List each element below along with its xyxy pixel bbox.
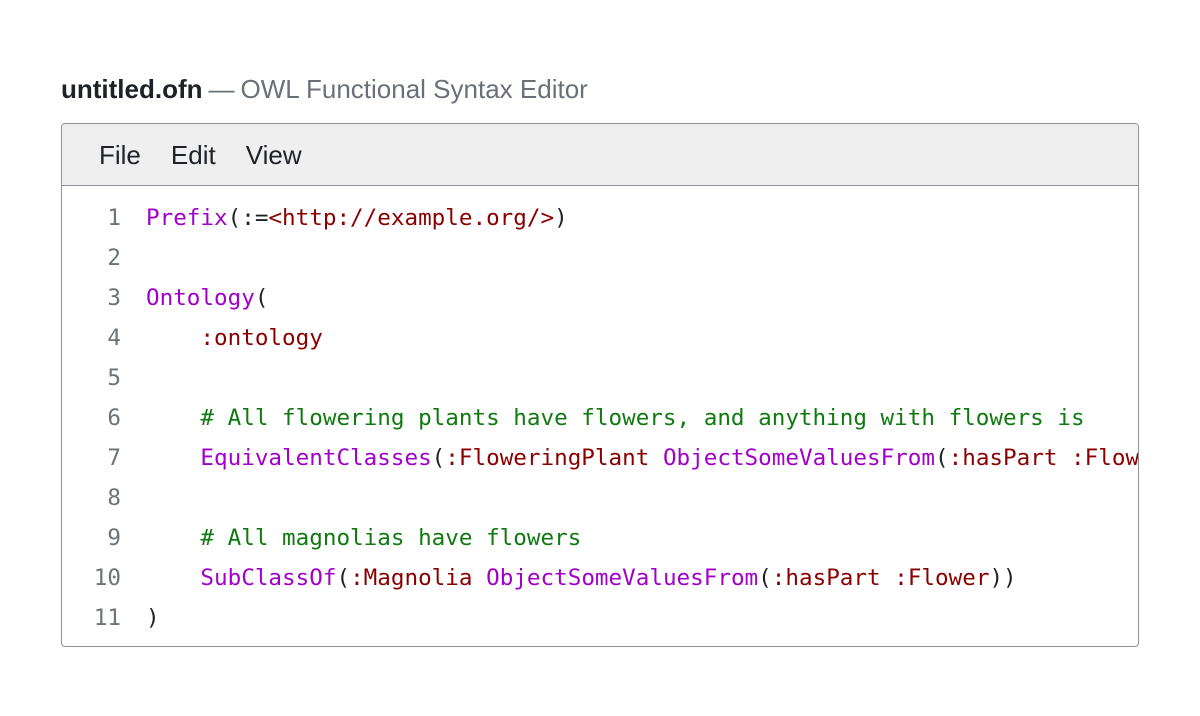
line-code: ): [146, 598, 160, 638]
iri-token: <http://example.org/>: [268, 205, 555, 231]
punctuation-token: (: [758, 565, 772, 591]
punctuation-token: [473, 565, 487, 591]
line-number: 9: [107, 525, 121, 551]
code-line[interactable]: 2: [62, 238, 1138, 278]
iri-token: :Magnolia: [350, 565, 473, 591]
code-line[interactable]: 7 EquivalentClasses(:FloweringPlant Obje…: [62, 438, 1138, 478]
line-number: 4: [107, 325, 121, 351]
line-code: # All flowering plants have flowers, and…: [146, 398, 1085, 438]
line-number: 5: [107, 365, 121, 391]
line-code: SubClassOf(:Magnolia ObjectSomeValuesFro…: [146, 558, 1017, 598]
code-line[interactable]: 8: [62, 478, 1138, 518]
line-number: 8: [107, 485, 121, 511]
punctuation-token: [146, 445, 200, 471]
line-number: 3: [107, 285, 121, 311]
menu-view[interactable]: View: [231, 134, 317, 176]
line-code: # All magnolias have flowers: [146, 518, 581, 558]
punctuation-token: [1057, 445, 1071, 471]
punctuation-token: [146, 405, 200, 431]
menu-edit[interactable]: Edit: [156, 134, 231, 176]
code-editor[interactable]: 1 Prefix(:=<http://example.org/>) 2 3 Ontolo…: [62, 186, 1138, 638]
window-title: untitled.ofn — OWL Functional Syntax Edito…: [61, 72, 588, 106]
code-line[interactable]: 11): [62, 598, 1138, 638]
punctuation-token: ): [554, 205, 568, 231]
punctuation-token: )): [989, 565, 1017, 591]
code-line[interactable]: 9 # All magnolias have flowers: [62, 518, 1138, 558]
menu-file[interactable]: File: [84, 134, 156, 176]
keyword-token: SubClassOf: [200, 565, 337, 591]
punctuation-token: (: [935, 445, 949, 471]
keyword-token: ObjectSomeValuesFrom: [662, 445, 935, 471]
punctuation-token: [146, 325, 200, 351]
line-number: 6: [107, 405, 121, 431]
iri-token: :Flower: [1071, 445, 1139, 471]
iri-token: :hasPart: [771, 565, 881, 591]
line-number: 1: [107, 205, 121, 231]
line-number: 11: [93, 605, 121, 631]
line-number: 7: [107, 445, 121, 471]
comment-token: # All flowering plants have flowers, and…: [200, 405, 1085, 431]
punctuation-token: [649, 445, 663, 471]
app-name: OWL Functional Syntax Editor: [240, 74, 588, 104]
page: untitled.ofn — OWL Functional Syntax Edito…: [0, 0, 1200, 716]
code-line[interactable]: 10 SubClassOf(:Magnolia ObjectSomeValues…: [62, 558, 1138, 598]
iri-token: :Flower: [894, 565, 990, 591]
code-line[interactable]: 3 Ontology(: [62, 278, 1138, 318]
line-code: Ontology(: [146, 278, 268, 318]
menu-bar: File Edit View: [62, 124, 1138, 186]
code-line[interactable]: 5: [62, 358, 1138, 398]
keyword-token: ObjectSomeValuesFrom: [486, 565, 759, 591]
punctuation-token: [146, 525, 200, 551]
line-code: :ontology: [146, 318, 323, 358]
iri-token: :FloweringPlant: [445, 445, 650, 471]
comment-token: # All magnolias have flowers: [200, 525, 582, 551]
code-line[interactable]: 6 # All flowering plants have flowers, a…: [62, 398, 1138, 438]
punctuation-token: (: [431, 445, 446, 471]
line-number: 10: [93, 565, 121, 591]
iri-token: :hasPart: [948, 445, 1058, 471]
code-line[interactable]: 4 :ontology: [62, 318, 1138, 358]
keyword-token: EquivalentClasses: [200, 445, 432, 471]
code-line[interactable]: 1 Prefix(:=<http://example.org/>): [62, 198, 1138, 238]
keyword-token: Prefix: [146, 205, 228, 231]
keyword-token: Ontology: [146, 285, 255, 311]
line-code: Prefix(:=<http://example.org/>): [146, 198, 568, 238]
title-separator: —: [208, 74, 235, 104]
punctuation-token: [881, 565, 895, 591]
editor-panel: File Edit View 1 Prefix(:=<http://example…: [61, 123, 1139, 647]
punctuation-token: (: [336, 565, 351, 591]
punctuation-token: (:=: [227, 205, 269, 231]
line-code: EquivalentClasses(:FloweringPlant Object…: [146, 438, 1139, 478]
line-number: 2: [107, 245, 121, 271]
punctuation-token: (: [254, 285, 269, 311]
iri-token: :ontology: [200, 325, 323, 351]
punctuation-token: ): [146, 605, 160, 631]
filename: untitled.ofn: [61, 74, 203, 104]
punctuation-token: [146, 565, 200, 591]
